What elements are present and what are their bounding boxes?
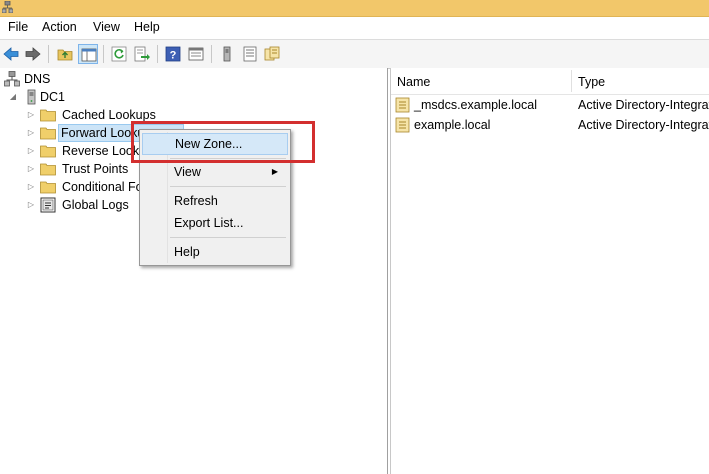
up-folder-button[interactable] bbox=[55, 44, 75, 64]
forward-button[interactable] bbox=[23, 44, 43, 64]
menu-separator bbox=[170, 237, 286, 238]
svg-text:?: ? bbox=[170, 50, 177, 62]
collapse-arrow-icon[interactable]: ◢ bbox=[8, 88, 18, 106]
list-row-msdcs-zone[interactable]: _msdcs.example.local Active Directory-In… bbox=[395, 95, 709, 115]
zone-icon bbox=[395, 117, 411, 139]
list-icon bbox=[243, 46, 257, 62]
tree-item-cached-lookups[interactable]: ▷ Cached Lookups bbox=[26, 106, 226, 124]
tree-item-label: Cached Lookups bbox=[62, 108, 156, 122]
dns-app-icon bbox=[1, 0, 14, 14]
toolbar: ? bbox=[0, 39, 709, 69]
title-bar bbox=[0, 0, 709, 17]
tree-server-dc1[interactable]: ◢ DC1 bbox=[4, 88, 204, 106]
help-button[interactable]: ? bbox=[163, 44, 183, 64]
menu-item-export-list[interactable]: Export List... bbox=[142, 212, 288, 234]
export-list-button[interactable] bbox=[132, 44, 152, 64]
menu-view[interactable]: View bbox=[91, 20, 122, 34]
menu-item-help[interactable]: Help bbox=[142, 241, 288, 263]
expand-arrow-icon[interactable]: ▷ bbox=[26, 178, 36, 196]
tree-root-dns[interactable]: DNS bbox=[4, 70, 204, 88]
list-header: Name Type bbox=[391, 68, 709, 95]
up-folder-icon bbox=[57, 49, 73, 61]
menu-item-view-label: View bbox=[174, 165, 201, 179]
refresh-icon bbox=[111, 46, 127, 62]
tree-item-label: Reverse Looku bbox=[62, 144, 147, 158]
properties-button[interactable] bbox=[186, 44, 206, 64]
properties-icon bbox=[188, 47, 204, 61]
toolbar-separator bbox=[211, 45, 212, 63]
menu-action[interactable]: Action bbox=[40, 20, 79, 34]
zone-type: Active Directory-Integrate bbox=[578, 98, 709, 112]
forward-icon bbox=[25, 47, 41, 61]
menu-item-refresh[interactable]: Refresh bbox=[142, 190, 288, 212]
list-row-example-local-zone[interactable]: example.local Active Directory-Integrate bbox=[395, 115, 709, 135]
expand-arrow-icon[interactable]: ▷ bbox=[26, 142, 36, 160]
tree-server-label: DC1 bbox=[40, 90, 66, 104]
expand-arrow-icon[interactable]: ▷ bbox=[26, 124, 36, 142]
menu-help[interactable]: Help bbox=[132, 20, 162, 34]
zone-button[interactable] bbox=[262, 44, 282, 64]
server-button[interactable] bbox=[217, 44, 237, 64]
toolbar-separator bbox=[103, 45, 104, 63]
expand-arrow-icon[interactable]: ▷ bbox=[26, 106, 36, 124]
menu-file[interactable]: File bbox=[6, 20, 30, 34]
help-icon: ? bbox=[165, 46, 181, 62]
toolbar-separator bbox=[48, 45, 49, 63]
results-list: Name Type _msdcs.example.local Active Di… bbox=[390, 68, 709, 474]
show-hide-console-tree-button[interactable] bbox=[78, 44, 98, 64]
log-icon bbox=[40, 197, 56, 218]
tree-root-label: DNS bbox=[24, 72, 51, 86]
expand-arrow-icon[interactable]: ▷ bbox=[26, 160, 36, 178]
zone-name: example.local bbox=[414, 118, 491, 132]
toolbar-separator bbox=[157, 45, 158, 63]
menu-bar: File Action View Help bbox=[0, 17, 709, 38]
refresh-button[interactable] bbox=[109, 44, 129, 64]
zone-type: Active Directory-Integrate bbox=[578, 118, 709, 132]
tree-item-label: Trust Points bbox=[62, 162, 129, 176]
zone-name: _msdcs.example.local bbox=[414, 98, 537, 112]
tree-item-label: Global Logs bbox=[62, 198, 129, 212]
export-list-icon bbox=[134, 46, 150, 62]
show-hide-console-tree-icon bbox=[81, 48, 97, 62]
back-button[interactable] bbox=[1, 44, 21, 64]
server-icon bbox=[223, 46, 231, 62]
zone-icon bbox=[264, 46, 280, 61]
tree-item-label: Conditional Fo bbox=[62, 180, 143, 194]
expand-arrow-icon[interactable]: ▷ bbox=[26, 196, 36, 214]
menu-separator bbox=[170, 186, 286, 187]
menu-separator bbox=[170, 158, 286, 159]
back-icon bbox=[3, 47, 19, 61]
menu-item-view[interactable]: View ▶ bbox=[142, 161, 288, 183]
menu-item-new-zone[interactable]: New Zone... bbox=[142, 133, 288, 155]
column-header-name[interactable]: Name bbox=[391, 68, 571, 94]
column-header-type[interactable]: Type bbox=[572, 68, 709, 94]
list-button[interactable] bbox=[240, 44, 260, 64]
submenu-arrow-icon: ▶ bbox=[271, 167, 278, 176]
context-menu: New Zone... View ▶ Refresh Export List..… bbox=[139, 129, 291, 266]
